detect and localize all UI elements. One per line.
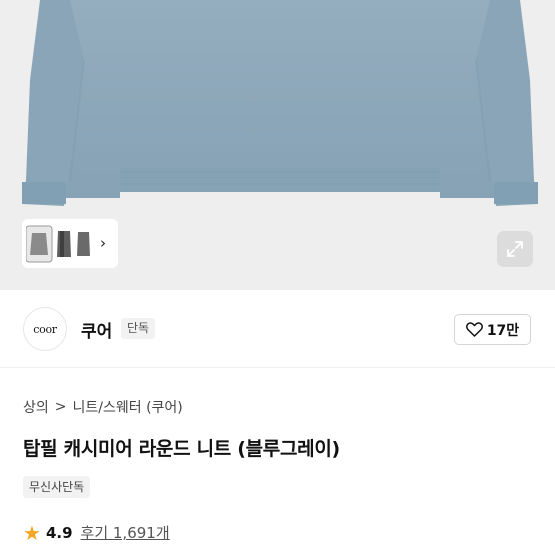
like-count: 17만 [486,322,520,339]
expand-image-button[interactable] [497,231,533,267]
brand-logo-text: coor [33,322,57,336]
rating-row: ★ 4.9 후기 1,691개 [23,522,170,543]
chevron-right-icon[interactable]: › [100,236,106,251]
brand-logo[interactable]: coor [23,307,67,351]
thumbnail-group[interactable] [26,225,94,263]
star-icon: ★ [23,520,41,545]
brand-name[interactable]: 쿠어 [81,317,112,342]
brand-row: coor 쿠어 단독 17만 [0,290,555,368]
breadcrumb: 상의 > 니트/스웨터 (쿠어) [23,397,183,417]
breadcrumb-separator: > [54,399,67,415]
product-title: 탑필 캐시미어 라운드 니트 (블루그레이) [23,438,340,460]
expand-icon [507,241,523,257]
heart-icon [465,322,483,337]
like-button[interactable]: 17만 [454,314,531,345]
thumbnail-strip[interactable]: › [22,219,118,268]
thumbnail-images[interactable] [26,225,94,263]
exclusive-tag: 무신사단독 [23,476,91,498]
product-image[interactable]: › [0,0,555,290]
reviews-link[interactable]: 후기 1,691개 [81,522,170,543]
breadcrumb-item-category[interactable]: 상의 [23,397,49,417]
brand-exclusive-badge: 단독 [121,318,156,339]
breadcrumb-item-subcategory[interactable]: 니트/스웨터 (쿠어) [73,397,183,417]
rating-score: 4.9 [45,523,73,542]
